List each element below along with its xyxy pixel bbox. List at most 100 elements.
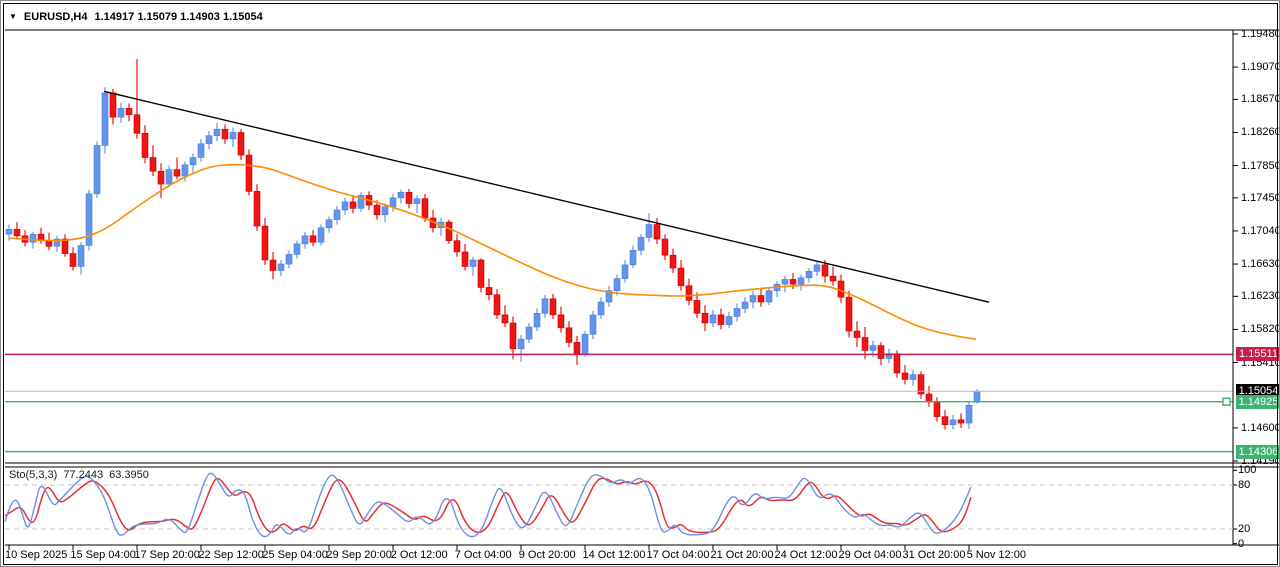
price-axis-label: 1.18260 (1241, 126, 1280, 138)
bear-candle (702, 313, 708, 323)
date-axis-label: 29 Sep 20:00 (326, 549, 391, 561)
support-price-badge: 1.14306 (1236, 445, 1280, 459)
bull-candle (630, 250, 636, 265)
bear-candle (158, 171, 164, 184)
date-axis-label: 17 Sep 20:00 (134, 549, 199, 561)
date-axis-label: 7 Oct 04:00 (455, 549, 512, 561)
bear-candle (958, 420, 964, 423)
bull-candle (294, 244, 300, 254)
price-axis-label: 1.18670 (1241, 93, 1280, 105)
bull-candle (214, 129, 220, 135)
bull-candle (94, 145, 100, 193)
bear-candle (758, 296, 764, 302)
date-axis-label: 9 Oct 20:00 (519, 549, 576, 561)
price-axis-label: 1.17850 (1241, 160, 1280, 172)
bear-candle (222, 129, 228, 139)
bear-candle (830, 276, 836, 281)
bull-candle (30, 234, 36, 242)
date-axis-label: 14 Oct 12:00 (582, 549, 645, 561)
bull-candle (190, 157, 196, 164)
date-axis-label: 21 Oct 20:00 (710, 549, 773, 561)
bull-candle (726, 317, 732, 325)
bull-candle (278, 264, 284, 270)
bull-candle (798, 278, 804, 284)
bull-candle (86, 194, 92, 246)
bear-candle (478, 260, 484, 287)
price-axis-label: 1.19070 (1241, 61, 1280, 73)
bear-candle (270, 260, 276, 270)
date-axis-label: 10 Sep 2025 (5, 549, 67, 561)
bear-candle (846, 297, 852, 331)
bull-candle (974, 391, 980, 402)
sto-axis-label: 0 (1238, 538, 1244, 550)
bear-candle (822, 265, 828, 276)
moving-average-line[interactable] (9, 165, 976, 340)
bear-candle (654, 224, 660, 239)
bear-candle (406, 192, 412, 203)
bull-candle (742, 302, 748, 308)
bull-candle (638, 237, 644, 250)
bull-candle (590, 315, 596, 334)
bull-candle (598, 302, 604, 315)
bear-candle (350, 202, 356, 208)
sto-axis-label: 100 (1238, 464, 1256, 476)
bull-candle (318, 228, 324, 243)
bull-candle (622, 265, 628, 279)
bull-candle (206, 136, 212, 144)
bull-candle (470, 260, 476, 266)
date-axis-label: 15 Sep 04:00 (70, 549, 135, 561)
date-axis-label: 31 Oct 20:00 (902, 549, 965, 561)
bull-candle (806, 271, 812, 277)
symbol-dropdown-icon[interactable]: ▼ (9, 12, 17, 22)
bear-candle (558, 315, 564, 328)
date-axis-label: 29 Oct 04:00 (838, 549, 901, 561)
bear-candle (718, 315, 724, 325)
bull-candle (710, 315, 716, 323)
bull-candle (950, 420, 956, 425)
bull-candle (414, 199, 420, 204)
bear-candle (374, 205, 380, 215)
date-axis-label: 25 Sep 04:00 (262, 549, 327, 561)
bear-candle (790, 279, 796, 284)
bear-candle (686, 286, 692, 301)
date-axis-label: 5 Nov 12:00 (967, 549, 1026, 561)
bear-candle (574, 342, 580, 353)
bear-candle (550, 299, 556, 315)
date-axis-label: 22 Sep 12:00 (198, 549, 263, 561)
bear-candle (670, 255, 676, 268)
bear-candle (566, 328, 572, 343)
descending-trendline[interactable] (104, 91, 989, 302)
bear-candle (174, 170, 180, 176)
bear-candle (310, 236, 316, 242)
bull-candle (286, 254, 292, 264)
bear-candle (70, 254, 76, 267)
bear-candle (694, 300, 700, 313)
bull-candle (342, 202, 348, 210)
bull-candle (542, 299, 548, 314)
bear-candle (142, 133, 148, 157)
bull-candle (230, 132, 236, 138)
bear-candle (134, 115, 140, 134)
price-axis-label: 1.15820 (1241, 323, 1280, 335)
chart-window: ▼ EURUSD,H4 1.14917 1.15079 1.14903 1.15… (0, 0, 1280, 567)
bear-candle (246, 155, 252, 191)
sto-main-line (5, 473, 971, 536)
bull-candle (78, 245, 84, 266)
bear-candle (934, 402, 940, 417)
bull-candle (390, 198, 396, 207)
bull-candle (382, 207, 388, 215)
price-chart-canvas[interactable] (1, 1, 1280, 567)
chart-header: ▼ EURUSD,H4 1.14917 1.15079 1.14903 1.15… (9, 9, 263, 25)
price-axis-label: 1.17040 (1241, 225, 1280, 237)
bull-candle (302, 236, 308, 244)
bull-candle (166, 170, 172, 185)
bear-candle (902, 373, 908, 379)
bear-candle (854, 331, 860, 337)
price-axis-label: 1.14600 (1241, 422, 1280, 434)
bear-candle (862, 338, 868, 351)
resistance-price-badge: 1.15511 (1236, 347, 1280, 361)
bull-candle (870, 346, 876, 351)
hline-drag-handle[interactable] (1223, 398, 1230, 405)
bull-candle (614, 279, 620, 291)
price-axis-label: 1.16230 (1241, 290, 1280, 302)
